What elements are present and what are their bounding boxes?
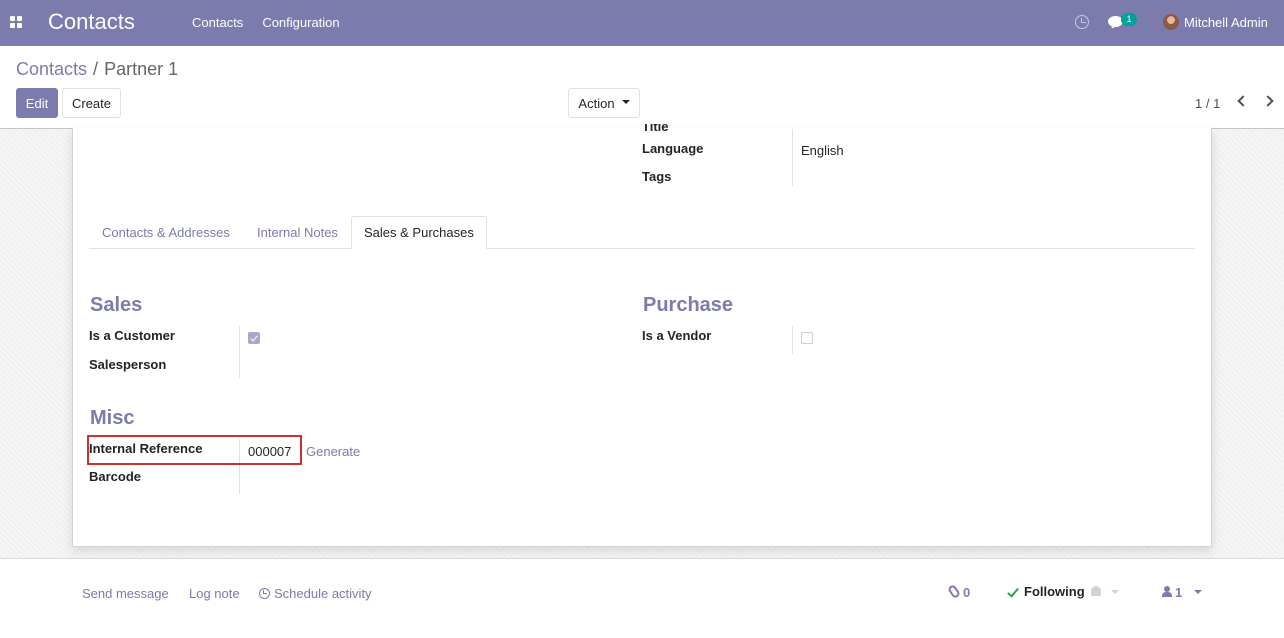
breadcrumb-current: Partner 1 xyxy=(104,59,179,79)
subscription-caret-icon[interactable] xyxy=(1111,590,1119,594)
salesperson-label: Salesperson xyxy=(89,357,167,372)
bell-icon[interactable] xyxy=(1091,586,1101,596)
followers-count[interactable]: 1 xyxy=(1175,585,1182,600)
field-divider xyxy=(792,129,793,186)
sales-field-divider xyxy=(239,326,240,378)
tab-contacts-addresses[interactable]: Contacts & Addresses xyxy=(90,216,242,249)
main-navbar: Contacts Contacts Configuration 1 Mitche… xyxy=(0,0,1284,46)
action-dropdown-button[interactable]: Action xyxy=(568,88,640,118)
tab-internal-notes[interactable]: Internal Notes xyxy=(245,216,350,249)
follower-user-icon[interactable] xyxy=(1162,586,1172,597)
barcode-label: Barcode xyxy=(89,469,142,484)
internal-reference-highlight xyxy=(87,435,302,465)
action-label: Action xyxy=(578,95,615,111)
purchase-section-title: Purchase xyxy=(643,294,734,316)
language-field-value[interactable]: English xyxy=(801,143,844,158)
menu-item-configuration[interactable]: Configuration xyxy=(262,15,339,30)
attachments-count[interactable]: 0 xyxy=(963,585,970,600)
generate-reference-link[interactable]: Generate xyxy=(306,444,360,459)
breadcrumb-contacts-link[interactable]: Contacts xyxy=(16,59,87,79)
edit-button[interactable]: Edit xyxy=(16,88,58,118)
purchase-field-divider xyxy=(792,326,793,354)
chat-unread-badge: 1 xyxy=(1121,13,1137,26)
pager-value[interactable]: 1 / 1 xyxy=(1195,96,1220,111)
apps-menu-icon[interactable] xyxy=(10,16,22,28)
user-menu-name[interactable]: Mitchell Admin xyxy=(1184,15,1268,30)
activity-clock-icon[interactable] xyxy=(1075,15,1089,29)
clock-icon xyxy=(259,588,270,599)
paperclip-icon[interactable] xyxy=(946,583,962,600)
tab-sales-purchases[interactable]: Sales & Purchases xyxy=(351,216,487,249)
create-button[interactable]: Create xyxy=(62,88,121,118)
is-customer-label: Is a Customer xyxy=(89,328,175,343)
is-vendor-label: Is a Vendor xyxy=(642,328,712,343)
tags-field-label: Tags xyxy=(642,169,672,184)
user-avatar[interactable] xyxy=(1163,14,1179,30)
log-note-button[interactable]: Log note xyxy=(189,586,240,601)
top-menu: Contacts Configuration xyxy=(192,15,340,30)
breadcrumb-separator: / xyxy=(93,59,99,79)
is-vendor-checkbox[interactable] xyxy=(801,332,813,344)
pager-previous-icon[interactable] xyxy=(1237,95,1249,107)
title-field-label: Title xyxy=(642,124,669,132)
following-button[interactable]: Following xyxy=(1024,584,1085,599)
language-field-label: Language xyxy=(642,141,704,156)
schedule-activity-label: Schedule activity xyxy=(274,586,372,601)
caret-down-icon xyxy=(621,100,630,104)
menu-item-contacts[interactable]: Contacts xyxy=(192,15,243,30)
schedule-activity-button[interactable]: Schedule activity xyxy=(259,586,372,601)
misc-section-title: Misc xyxy=(90,407,135,429)
app-title[interactable]: Contacts xyxy=(48,9,135,35)
breadcrumb: Contacts / Partner 1 xyxy=(16,59,178,80)
is-customer-checkbox[interactable] xyxy=(248,332,260,344)
sales-section-title: Sales xyxy=(90,294,143,316)
pager-next-icon[interactable] xyxy=(1262,95,1274,107)
followers-caret-icon[interactable] xyxy=(1194,590,1202,594)
send-message-button[interactable]: Send message xyxy=(82,586,169,601)
check-icon xyxy=(1007,585,1019,598)
